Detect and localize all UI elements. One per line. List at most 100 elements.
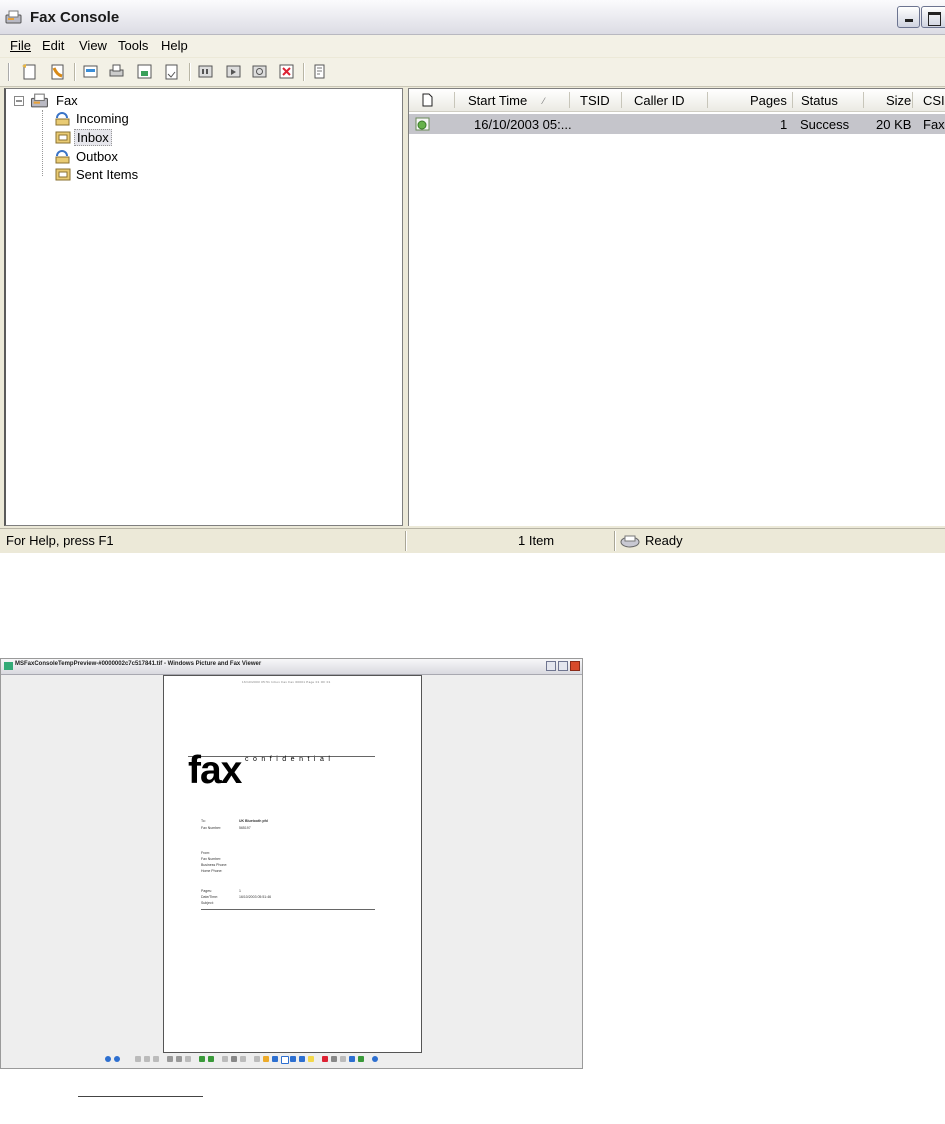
rotate-counterclockwise-icon[interactable]: [208, 1056, 214, 1062]
print-image-icon[interactable]: [331, 1056, 337, 1062]
view-icon[interactable]: [81, 62, 100, 81]
column-divider: [621, 92, 622, 108]
tree-item-incoming[interactable]: Incoming: [76, 111, 129, 126]
toolbar-separator: [189, 63, 191, 81]
page-number-icon[interactable]: [231, 1056, 237, 1062]
tree-item-sent-items[interactable]: Sent Items: [76, 167, 138, 182]
menu-edit[interactable]: Edit: [42, 38, 64, 53]
list-header: Start Time ⁄ TSID Caller ID Pages Status…: [409, 89, 945, 112]
column-size[interactable]: Size: [886, 93, 911, 108]
column-caller-id[interactable]: Caller ID: [634, 93, 685, 108]
maximize-button[interactable]: [921, 6, 945, 28]
cell-status: Success: [800, 117, 850, 132]
save-icon[interactable]: [135, 62, 154, 81]
best-fit-icon[interactable]: [135, 1056, 141, 1062]
received-fax-icon: [415, 117, 430, 131]
delete-image-icon[interactable]: [322, 1056, 328, 1062]
zoom-out-icon[interactable]: [176, 1056, 182, 1062]
viewer-title-bar[interactable]: MSFaxConsoleTempPreview-#0000002c7c51784…: [1, 659, 582, 675]
select-icon[interactable]: [185, 1056, 191, 1062]
tree-root-fax[interactable]: Fax: [56, 93, 78, 108]
rotate-clockwise-icon[interactable]: [199, 1056, 205, 1062]
window-title: Fax Console: [30, 9, 120, 26]
column-tsid[interactable]: TSID: [580, 93, 610, 108]
delete-icon[interactable]: [277, 62, 296, 81]
status-bar: For Help, press F1 1 Item Ready: [0, 528, 945, 553]
receive-fax-icon[interactable]: [48, 62, 67, 81]
viewer-maximize-button[interactable]: [558, 661, 568, 671]
pause-icon[interactable]: [196, 62, 215, 81]
menu-tools-label: Tools: [118, 38, 149, 53]
text-icon[interactable]: [299, 1056, 305, 1062]
actual-size-icon[interactable]: [144, 1056, 150, 1062]
toolbar-grip: [8, 63, 10, 81]
viewer-toolbar: [105, 1055, 485, 1065]
tree-connector: [42, 110, 43, 176]
save-image-icon[interactable]: [349, 1056, 355, 1062]
collapse-icon[interactable]: [14, 96, 24, 106]
next-page-icon[interactable]: [240, 1056, 246, 1062]
fax-console-icon: [5, 10, 22, 24]
menu-help[interactable]: Help: [161, 38, 188, 53]
mail-icon[interactable]: [162, 62, 181, 81]
cell-csi: Fax: [923, 117, 945, 132]
next-image-icon[interactable]: [114, 1056, 120, 1062]
document-icon[interactable]: [422, 93, 433, 107]
note-icon[interactable]: [308, 1056, 314, 1062]
cell-start-time: 16/10/2003 05:...: [474, 117, 572, 132]
viewer-minimize-button[interactable]: [546, 661, 556, 671]
cell-pages: 1: [780, 117, 788, 132]
properties-icon[interactable]: [310, 62, 329, 81]
fax-device-icon: [620, 535, 640, 548]
column-status[interactable]: Status: [801, 93, 838, 108]
slideshow-icon[interactable]: [153, 1056, 159, 1062]
print-icon[interactable]: [107, 62, 126, 81]
help-icon[interactable]: [372, 1056, 378, 1062]
rectangle-icon[interactable]: [281, 1056, 289, 1064]
table-row[interactable]: 16/10/2003 05:... 1 Success 20 KB Fax: [409, 114, 945, 134]
status-ready: Ready: [645, 533, 683, 548]
viewer-title: MSFaxConsoleTempPreview-#0000002c7c51784…: [15, 661, 262, 667]
date-time-label: Date/Time:: [201, 895, 218, 899]
column-pages[interactable]: Pages: [750, 93, 787, 108]
previous-page-icon[interactable]: [222, 1056, 228, 1062]
viewer-close-button[interactable]: [570, 661, 580, 671]
menu-tools[interactable]: Tools: [118, 38, 148, 53]
filled-rectangle-icon[interactable]: [290, 1056, 296, 1062]
title-bar[interactable]: Fax Console: [0, 0, 945, 35]
to-value: UK Bluetooth pfd: [239, 819, 268, 823]
column-divider: [792, 92, 793, 108]
pen-icon[interactable]: [263, 1056, 269, 1062]
from-fax-label: Fax Number:: [201, 857, 222, 861]
subject-label: Subject:: [201, 901, 214, 905]
fax-console-window: Fax Console File Edit View Tools Help Fa…: [0, 0, 945, 553]
menu-file[interactable]: File: [10, 38, 31, 53]
copy-icon[interactable]: [340, 1056, 346, 1062]
business-phone-label: Business Phone:: [201, 863, 228, 867]
sort-arrow-icon: ⁄: [543, 96, 545, 106]
column-csi[interactable]: CSI: [923, 93, 945, 108]
pages-label: Pages:: [201, 889, 212, 893]
status-divider: [405, 531, 407, 551]
resume-icon[interactable]: [224, 62, 243, 81]
incoming-folder-icon: [55, 112, 70, 126]
zoom-in-icon[interactable]: [167, 1056, 173, 1062]
annotation-icon[interactable]: [254, 1056, 260, 1062]
picture-fax-viewer-window: MSFaxConsoleTempPreview-#0000002c7c51784…: [0, 658, 583, 1069]
new-fax-icon[interactable]: [20, 62, 39, 81]
tree-item-outbox[interactable]: Outbox: [76, 149, 118, 164]
fax-page-preview: 16/10/2003 05:51 Inbox Fax Fax 00001 Pag…: [163, 675, 422, 1053]
restart-icon[interactable]: [250, 62, 269, 81]
tree-item-inbox[interactable]: Inbox: [74, 129, 112, 146]
column-divider: [569, 92, 570, 108]
line-icon[interactable]: [272, 1056, 278, 1062]
pages-value: 1: [239, 889, 241, 893]
outbox-folder-icon: [55, 150, 70, 164]
column-divider: [863, 92, 864, 108]
previous-image-icon[interactable]: [105, 1056, 111, 1062]
minimize-button[interactable]: [897, 6, 920, 28]
edit-image-icon[interactable]: [358, 1056, 364, 1062]
menu-view[interactable]: View: [79, 38, 107, 53]
column-divider: [912, 92, 913, 108]
column-start-time[interactable]: Start Time: [468, 93, 527, 108]
